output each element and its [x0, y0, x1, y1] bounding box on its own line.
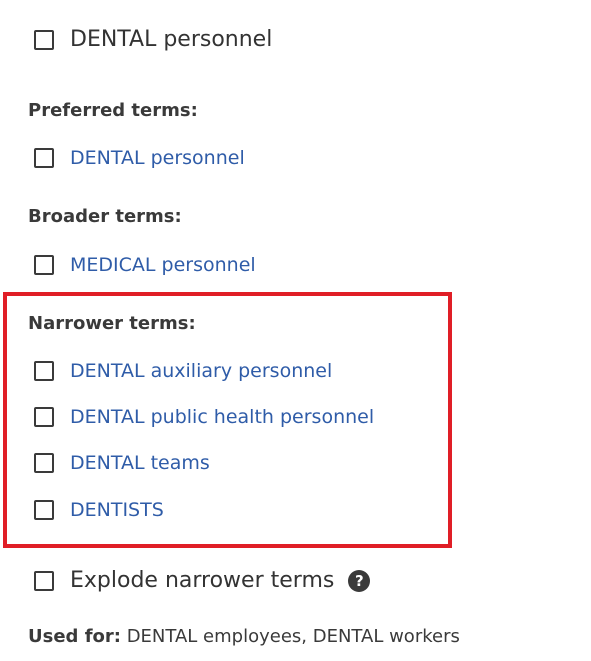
explode-label: Explode narrower terms — [70, 568, 335, 593]
used-for-line: Used for: DENTAL employees, DENTAL worke… — [28, 626, 460, 647]
narrower-term-link[interactable]: DENTAL teams — [70, 452, 210, 474]
used-for-value: DENTAL employees, DENTAL workers — [120, 626, 460, 647]
narrower-term-checkbox[interactable] — [34, 407, 54, 427]
explode-row[interactable]: Explode narrower terms ? — [34, 568, 371, 593]
broader-term-checkbox[interactable] — [34, 255, 54, 275]
preferred-term-checkbox[interactable] — [34, 148, 54, 168]
main-term-label: DENTAL personnel — [70, 27, 273, 52]
narrower-term-link[interactable]: DENTAL public health personnel — [70, 406, 374, 428]
broader-terms-heading: Broader terms: — [28, 206, 182, 227]
preferred-terms-heading: Preferred terms: — [28, 100, 198, 121]
narrower-term-link[interactable]: DENTISTS — [70, 499, 164, 521]
broader-term-row[interactable]: MEDICAL personnel — [34, 254, 256, 276]
narrower-term-row[interactable]: DENTAL auxiliary personnel — [34, 360, 332, 382]
broader-term-link[interactable]: MEDICAL personnel — [70, 254, 256, 276]
used-for-label: Used for: — [28, 626, 121, 647]
narrower-term-checkbox[interactable] — [34, 500, 54, 520]
narrower-terms-heading: Narrower terms: — [28, 313, 196, 334]
narrower-term-row[interactable]: DENTISTS — [34, 499, 164, 521]
main-term-row[interactable]: DENTAL personnel — [34, 27, 272, 52]
narrower-term-checkbox[interactable] — [34, 453, 54, 473]
preferred-term-row[interactable]: DENTAL personnel — [34, 147, 245, 169]
narrower-term-row[interactable]: DENTAL public health personnel — [34, 406, 374, 428]
question-circle-icon[interactable]: ? — [348, 569, 371, 592]
narrower-term-link[interactable]: DENTAL auxiliary personnel — [70, 360, 332, 382]
explode-checkbox[interactable] — [34, 570, 54, 591]
preferred-term-link[interactable]: DENTAL personnel — [70, 147, 245, 169]
main-term-checkbox[interactable] — [34, 29, 54, 50]
narrower-term-row[interactable]: DENTAL teams — [34, 452, 210, 474]
narrower-term-checkbox[interactable] — [34, 361, 54, 381]
